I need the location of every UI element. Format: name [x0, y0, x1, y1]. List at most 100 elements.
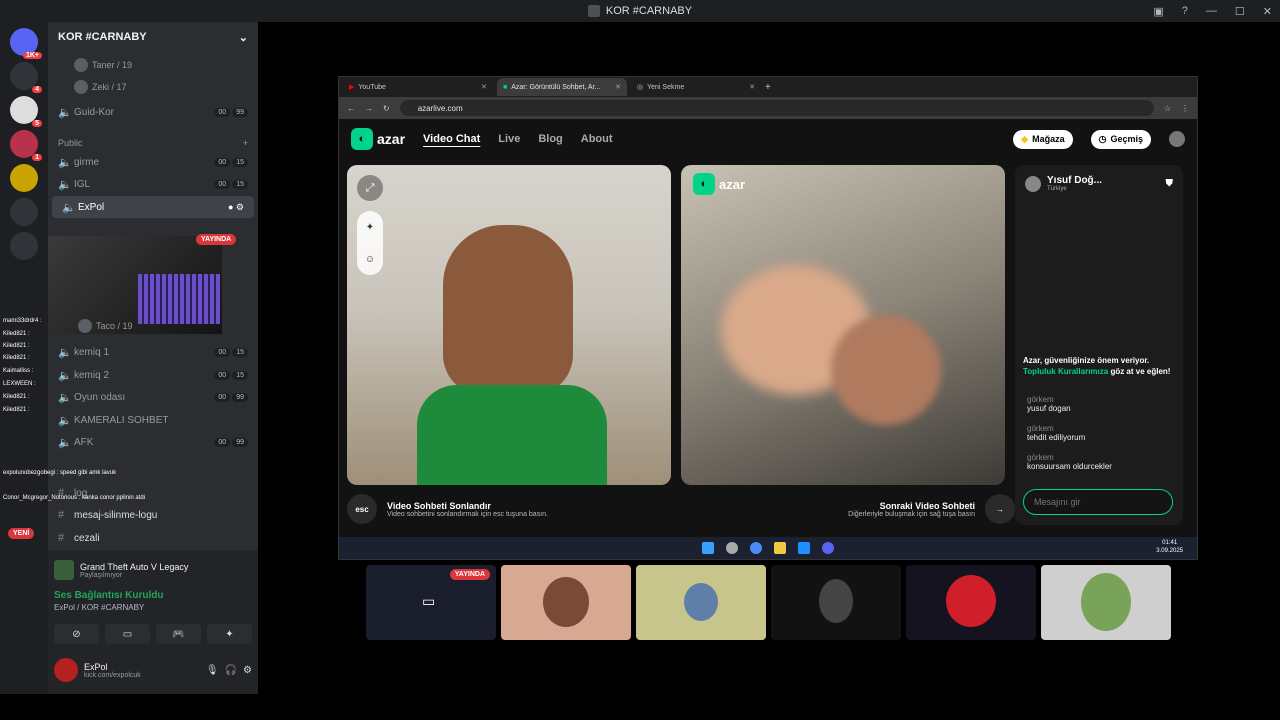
browser-window: ▶ YouTube ✕ ■ Azar: Görüntülü Sohbet, Ar...… [338, 76, 1198, 560]
azar-logo[interactable]: ◐ azar [351, 128, 405, 150]
face-filter-icon[interactable]: ☺ [365, 254, 375, 265]
effects-toolbar[interactable]: ✦ ☺ [357, 211, 383, 275]
end-chat-button[interactable]: esc [347, 494, 377, 524]
mic-icon[interactable]: 🎙 [206, 665, 219, 676]
new-tab-button[interactable]: + [765, 82, 771, 93]
window-titlebar: KOR #CARNABY ▣ ? — ☐ ✕ [0, 0, 1280, 22]
participant-tile[interactable] [906, 565, 1036, 640]
search-icon[interactable] [726, 542, 738, 554]
activity-button[interactable]: 🎮 [156, 624, 201, 644]
chat-overlay-line: LEXWEEN : [3, 381, 36, 387]
forward-icon[interactable]: → [365, 104, 373, 113]
participant-tile-stream[interactable]: YAYINDA ▭ [366, 565, 496, 640]
menu-icon[interactable]: ⋮ [1181, 104, 1189, 113]
tab-new[interactable]: ◎ Yeni Sekme ✕ [631, 78, 761, 96]
history-button[interactable]: ◷ Geçmiş [1090, 129, 1151, 149]
user-count: 00 [214, 392, 231, 402]
help-icon[interactable]: ? [1182, 5, 1188, 17]
home-server[interactable]: 1K+ [10, 28, 42, 59]
partner-video: ◐ azar [681, 165, 1005, 485]
live-stream-preview[interactable] [48, 236, 222, 334]
guild-header[interactable]: KOR #CARNABY ⌄ [48, 22, 258, 52]
screen-share-button[interactable]: ▭ [105, 624, 150, 644]
channel-expol[interactable]: 🔈 ExPol ● ⚙ [52, 196, 254, 218]
report-shield-icon[interactable]: ⛊ [1166, 178, 1174, 189]
gear-icon[interactable]: ⚙ [243, 665, 252, 676]
profile-icon[interactable] [1169, 131, 1185, 147]
tab-azar[interactable]: ■ Azar: Görüntülü Sohbet, Ar... ✕ [497, 78, 627, 96]
participant-tile[interactable] [1041, 565, 1171, 640]
camera-off-button[interactable]: ⊘ [54, 624, 99, 644]
windows-start-icon[interactable] [702, 542, 714, 554]
my-video: ⤢ ✦ ☺ [347, 165, 671, 485]
channel-afk[interactable]: 🔈 AFK 00 99 [48, 431, 258, 453]
inbox-icon[interactable]: ▣ [1153, 5, 1163, 18]
folder-icon[interactable] [774, 542, 786, 554]
nav-video-chat[interactable]: Video Chat [423, 133, 480, 145]
voice-user[interactable]: Taner / 19 [74, 58, 132, 72]
avatar [74, 58, 88, 72]
channel-kemiq-1[interactable]: 🔈 kemiq 1 00 15 [48, 341, 258, 363]
shop-button[interactable]: ◆ Mağaza [1013, 129, 1073, 149]
close-button[interactable]: ✕ [1263, 5, 1272, 18]
nav-about[interactable]: About [581, 133, 613, 145]
close-icon[interactable]: ✕ [749, 83, 755, 91]
badge: 4 [32, 86, 42, 93]
live-badge: YAYINDA [449, 569, 490, 580]
server-icon[interactable]: 1 [10, 130, 42, 161]
speaker-icon: 🔈 [58, 346, 72, 359]
sparkle-icon[interactable]: ✦ [366, 222, 374, 233]
chrome-icon[interactable] [750, 542, 762, 554]
channel-girme[interactable]: 🔈 girme 00 15 [48, 151, 258, 173]
participant-tile[interactable] [771, 565, 901, 640]
maximize-button[interactable]: ☐ [1235, 5, 1245, 18]
discord-icon[interactable] [822, 542, 834, 554]
spiderman-avatar [946, 575, 996, 627]
next-chat-button[interactable]: → [985, 494, 1015, 524]
channel-oyun-odasi[interactable]: 🔈 Oyun odası 00 99 [48, 386, 258, 408]
server-icon[interactable]: 4 [10, 62, 42, 93]
plus-icon[interactable]: + [243, 138, 248, 148]
activity-box[interactable]: Grand Theft Auto V Legacy Paylaşılmıyor [54, 554, 252, 586]
channel-igl[interactable]: 🔈 IGL 00 15 [48, 173, 258, 195]
server-icon[interactable]: 5 [10, 96, 42, 127]
nav-live[interactable]: Live [498, 133, 520, 145]
server-icon[interactable] [10, 198, 38, 226]
tab-youtube[interactable]: ▶ YouTube ✕ [343, 78, 493, 96]
channel-mesaj-silinme-logu[interactable]: # mesaj-silinme-logu [48, 504, 258, 526]
clock[interactable]: 01:41 3.09.2025 [1156, 539, 1183, 555]
channel-name: mesaj-silinme-logu [74, 509, 158, 521]
message-input[interactable] [1023, 489, 1173, 515]
safety-tail: göz at ve eğlen! [1110, 367, 1171, 376]
back-icon[interactable]: ← [347, 104, 355, 113]
partner-header: Yısuf Doğ... Türkiye ⛊ [1015, 165, 1183, 192]
participant-tile[interactable] [636, 565, 766, 640]
channel-guid-kor[interactable]: 🔈 Guid-Kor 00 99 [48, 101, 258, 123]
new-badge: YENİ [8, 528, 35, 539]
voice-user[interactable]: Zeki / 17 [74, 80, 127, 94]
nav-blog[interactable]: Blog [538, 133, 562, 145]
voice-user[interactable]: Taco / 19 [78, 319, 133, 333]
voice-connected-label: Ses Bağlantısı Kuruldu [54, 590, 164, 601]
guidelines-link[interactable]: Topluluk Kurallarımıza [1023, 367, 1108, 376]
close-icon[interactable]: ✕ [481, 83, 487, 91]
channel-kemiq-2[interactable]: 🔈 kemiq 2 00 15 [48, 364, 258, 386]
server-icon[interactable] [10, 232, 38, 260]
store-icon[interactable] [798, 542, 810, 554]
minimize-button[interactable]: — [1206, 5, 1217, 17]
url-bar[interactable]: azarlive.com [399, 100, 1154, 116]
channel-kamerali-sohbet[interactable]: 🔈 KAMERALI SOHBET [48, 409, 258, 431]
expand-icon[interactable]: ⤢ [357, 175, 383, 201]
headphones-icon[interactable]: 🎧 [225, 665, 237, 676]
participant-tile[interactable] [501, 565, 631, 640]
reload-icon[interactable]: ↻ [383, 104, 390, 113]
channel-actions-icon[interactable]: ● ⚙ [228, 202, 244, 213]
end-chat-info: Video Sohbeti Sonlandır Video sohbetini s… [387, 501, 548, 518]
current-user[interactable]: ExPol kick.com/expolcuk 🎙 🎧 ⚙ [54, 654, 252, 686]
close-icon[interactable]: ✕ [615, 83, 621, 91]
clock-icon: ◷ [1098, 133, 1107, 144]
server-icon[interactable] [10, 164, 38, 192]
channel-cezali[interactable]: # cezali [48, 527, 258, 549]
star-icon[interactable]: ☆ [1164, 104, 1171, 113]
soundboard-button[interactable]: ✦ [207, 624, 252, 644]
